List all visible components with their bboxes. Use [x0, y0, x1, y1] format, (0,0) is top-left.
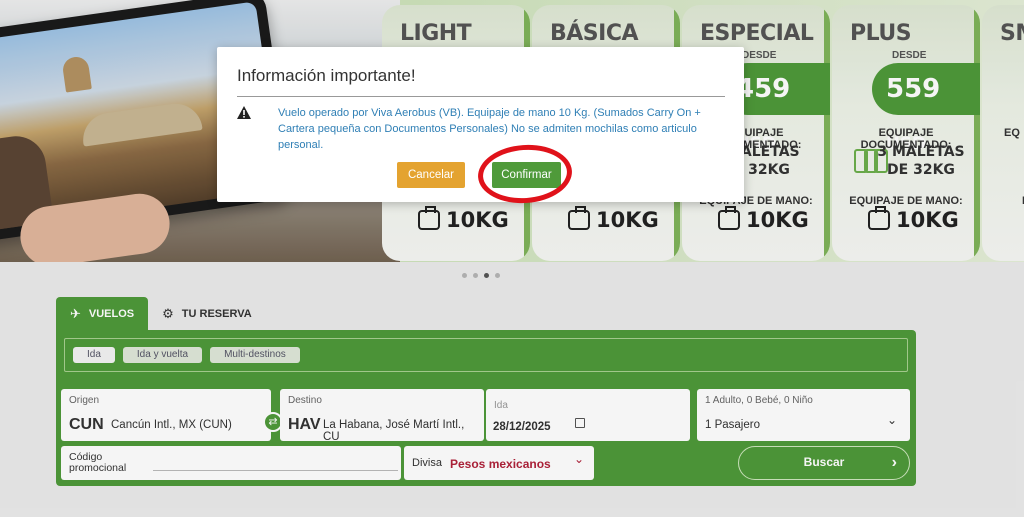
- dialog-message: Vuelo operado por Viva Aerobus (VB). Equ…: [278, 107, 701, 151]
- cancel-button[interactable]: Cancelar: [397, 162, 465, 188]
- info-dialog: Información importante! Vuelo operado po…: [217, 47, 744, 202]
- warning-icon: [237, 106, 251, 119]
- dialog-title: Información importante!: [237, 66, 416, 85]
- dialog-divider: [237, 96, 725, 97]
- confirm-button[interactable]: Confirmar: [492, 162, 561, 188]
